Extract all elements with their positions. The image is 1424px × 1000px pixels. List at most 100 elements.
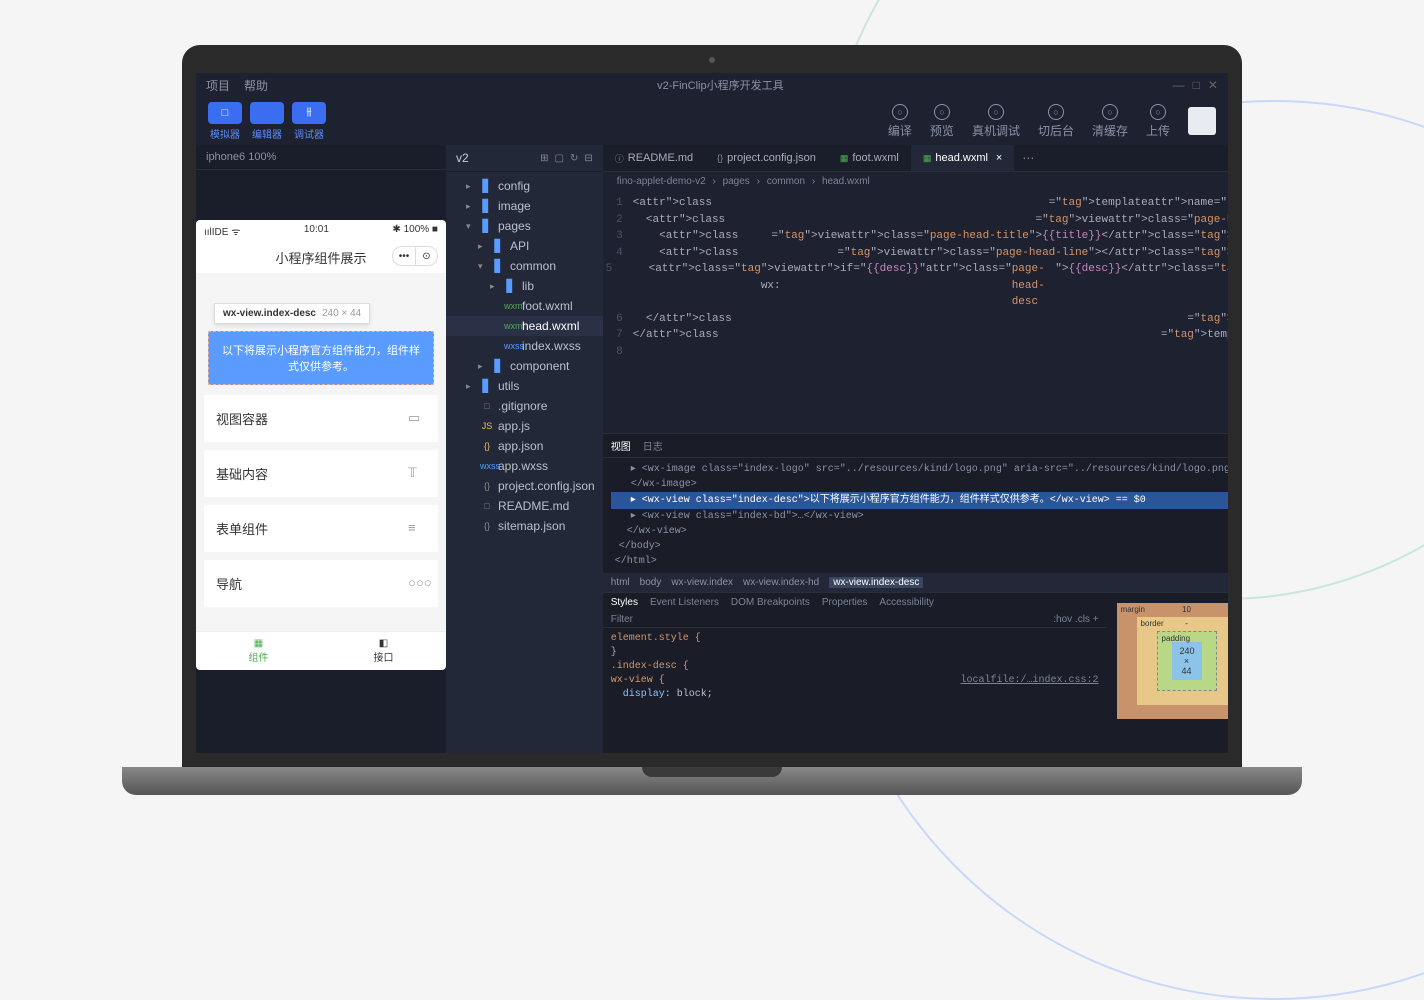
toolbar-action-3[interactable]: ○切后台 bbox=[1038, 104, 1074, 139]
styles-tab[interactable]: Accessibility bbox=[879, 597, 933, 608]
styles-tab[interactable]: Properties bbox=[822, 597, 868, 608]
file-icon: wxss bbox=[480, 461, 494, 471]
dom-crumb-item[interactable]: html bbox=[611, 577, 630, 588]
ide-window: 项目 帮助 v2-FinClip小程序开发工具 — □ ✕ □模拟器编辑器⫵调试… bbox=[196, 73, 1228, 753]
devtools: 视图日志 ▸ <wx-image class="index-logo" src=… bbox=[603, 433, 1228, 753]
toolbar-pill-0[interactable]: □ bbox=[208, 102, 242, 124]
styles-filter-input[interactable]: Filter bbox=[611, 614, 633, 625]
editor-tab[interactable]: {} project.config.json bbox=[705, 145, 828, 171]
breadcrumb: fino-applet-demo-v2 › pages › common › h… bbox=[603, 172, 1228, 191]
menu-project[interactable]: 项目 bbox=[206, 77, 230, 94]
tree-item[interactable]: ▸▋config bbox=[446, 176, 603, 196]
tree-item[interactable]: □README.md bbox=[446, 496, 603, 516]
new-folder-icon[interactable]: ▢ bbox=[555, 153, 564, 164]
dom-breadcrumb: html body wx-view.index wx-view.index-hd wx-… bbox=[603, 573, 1228, 592]
folder-icon: ▋ bbox=[492, 359, 506, 373]
dom-crumb-item[interactable]: wx-view.index-desc bbox=[829, 577, 923, 588]
add-rule-icon[interactable]: + bbox=[1093, 614, 1099, 625]
menu-item-1[interactable]: 基础内容𝕋 bbox=[204, 450, 438, 497]
inspect-tooltip: wx-view.index-desc240 × 44 bbox=[214, 303, 370, 324]
tree-item[interactable]: wxssapp.wxss bbox=[446, 456, 603, 476]
tree-item[interactable]: wxmlfoot.wxml bbox=[446, 296, 603, 316]
tree-item[interactable]: □.gitignore bbox=[446, 396, 603, 416]
toolbar-action-2[interactable]: ○真机调试 bbox=[972, 104, 1020, 139]
file-type-icon: ▦ bbox=[840, 153, 849, 164]
file-tree-panel: v2 ⊞ ▢ ↻ ⊟ ▸▋config▸▋image▾▋pages▸▋API▾▋… bbox=[446, 145, 603, 753]
editor-tabs: ⓘ README.md{} project.config.json▦ foot.… bbox=[603, 145, 1228, 172]
tree-item[interactable]: ▸▋image bbox=[446, 196, 603, 216]
dom-crumb-item[interactable]: wx-view.index-hd bbox=[743, 577, 819, 588]
capsule: ••• ⊙ bbox=[392, 246, 438, 266]
toolbar: □模拟器编辑器⫵调试器 ○编译○预览○真机调试○切后台○清缓存○上传 bbox=[196, 97, 1228, 145]
tree-item[interactable]: ▾▋common bbox=[446, 256, 603, 276]
tree-item[interactable]: JSapp.js bbox=[446, 416, 603, 436]
user-avatar[interactable] bbox=[1188, 107, 1216, 135]
tree-item[interactable]: ▸▋API bbox=[446, 236, 603, 256]
code-editor[interactable]: 1<attr">class="tag">template attr">name=… bbox=[603, 191, 1228, 433]
close-icon[interactable]: ✕ bbox=[1208, 78, 1218, 92]
css-rules[interactable]: element.style {}.index-desc {</span></di… bbox=[603, 628, 1107, 706]
file-type-icon: {} bbox=[717, 153, 723, 163]
inspected-element[interactable]: 以下将展示小程序官方组件能力，组件样式仅供参考。 bbox=[208, 331, 434, 385]
tree-item[interactable]: {}project.config.json bbox=[446, 476, 603, 496]
refresh-icon[interactable]: ↻ bbox=[570, 153, 578, 164]
cls-toggle[interactable]: .cls bbox=[1075, 614, 1090, 625]
toolbar-action-1[interactable]: ○预览 bbox=[930, 104, 954, 139]
tabbar-api[interactable]: ◧ 接口 bbox=[321, 632, 446, 670]
toolbar-pill-2[interactable]: ⫵ bbox=[292, 102, 326, 124]
menu-help[interactable]: 帮助 bbox=[244, 77, 268, 94]
toolbar-action-0[interactable]: ○编译 bbox=[888, 104, 912, 139]
app-title: 小程序组件展示 bbox=[275, 251, 366, 266]
breadcrumb-item[interactable]: head.wxml bbox=[822, 176, 870, 187]
styles-tab[interactable]: Styles bbox=[611, 597, 638, 608]
capsule-menu-icon[interactable]: ••• bbox=[393, 247, 415, 265]
tree-item[interactable]: wxssindex.wxss bbox=[446, 336, 603, 356]
menu-icon-1: 𝕋 bbox=[408, 465, 426, 483]
menu-item-0[interactable]: 视图容器▭ bbox=[204, 395, 438, 442]
tree-item[interactable]: ▸▋lib bbox=[446, 276, 603, 296]
box-model: margin 10 border - padding 240 × 44 bbox=[1107, 593, 1228, 753]
editor-tab[interactable]: ▦ foot.wxml bbox=[828, 145, 911, 171]
menu-item-2[interactable]: 表单组件≡ bbox=[204, 505, 438, 552]
file-type-icon: ⓘ bbox=[615, 152, 624, 165]
phone-simulator[interactable]: ıılIDE ᯤ 10:01 ✱ 100% ■ 小程序组件展示 ••• ⊙ bbox=[196, 220, 446, 670]
collapse-icon[interactable]: ⊟ bbox=[584, 153, 592, 164]
new-file-icon[interactable]: ⊞ bbox=[540, 153, 548, 164]
tree-item[interactable]: {}sitemap.json bbox=[446, 516, 603, 536]
hov-toggle[interactable]: :hov bbox=[1053, 614, 1072, 625]
minimize-icon[interactable]: — bbox=[1173, 78, 1185, 92]
tree-item[interactable]: wxmlhead.wxml bbox=[446, 316, 603, 336]
dom-crumb-item[interactable]: wx-view.index bbox=[671, 577, 733, 588]
dom-crumb-item[interactable]: body bbox=[640, 577, 662, 588]
file-icon: {} bbox=[480, 521, 494, 531]
editor-tab[interactable]: ⓘ README.md bbox=[603, 145, 705, 171]
styles-tab[interactable]: Event Listeners bbox=[650, 597, 719, 608]
status-signal: ıılIDE ᯤ bbox=[204, 224, 240, 238]
toolbar-pill-1[interactable] bbox=[250, 102, 284, 124]
editor-tab[interactable]: ▦ head.wxml× bbox=[911, 145, 1015, 171]
toolbar-action-5[interactable]: ○上传 bbox=[1146, 104, 1170, 139]
toolbar-action-4[interactable]: ○清缓存 bbox=[1092, 104, 1128, 139]
devtools-tab[interactable]: 视图 bbox=[611, 438, 631, 453]
tab-overflow-icon[interactable]: ⋯ bbox=[1014, 145, 1042, 171]
dom-tree[interactable]: ▸ <wx-image class="index-logo" src="../r… bbox=[603, 458, 1228, 573]
breadcrumb-item[interactable]: common bbox=[767, 176, 805, 187]
breadcrumb-item[interactable]: fino-applet-demo-v2 bbox=[617, 176, 706, 187]
breadcrumb-item[interactable]: pages bbox=[723, 176, 750, 187]
tree-item[interactable]: {}app.json bbox=[446, 436, 603, 456]
tree-item[interactable]: ▸▋utils bbox=[446, 376, 603, 396]
styles-tab[interactable]: DOM Breakpoints bbox=[731, 597, 810, 608]
cube-icon: ◧ bbox=[327, 638, 440, 649]
tree-root[interactable]: v2 bbox=[456, 151, 469, 165]
file-icon: {} bbox=[480, 481, 494, 491]
tree-item[interactable]: ▸▋component bbox=[446, 356, 603, 376]
capsule-close-icon[interactable]: ⊙ bbox=[415, 247, 437, 265]
menu-item-3[interactable]: 导航○○○ bbox=[204, 560, 438, 607]
maximize-icon[interactable]: □ bbox=[1193, 78, 1200, 92]
devtools-tab[interactable]: 日志 bbox=[643, 438, 663, 453]
close-tab-icon[interactable]: × bbox=[996, 152, 1002, 164]
tree-item[interactable]: ▾▋pages bbox=[446, 216, 603, 236]
tabbar-components[interactable]: ▦ 组件 bbox=[196, 632, 321, 670]
folder-icon: ▋ bbox=[480, 219, 494, 233]
laptop-frame: 项目 帮助 v2-FinClip小程序开发工具 — □ ✕ □模拟器编辑器⫵调试… bbox=[182, 45, 1242, 795]
